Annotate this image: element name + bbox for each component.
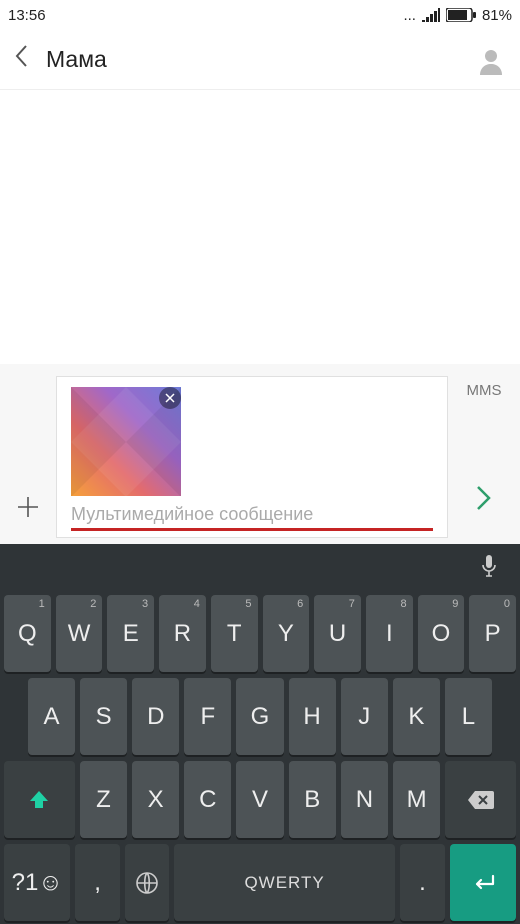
key-E[interactable]: E3 — [107, 595, 154, 672]
status-bar: 13:56 ... 81% — [0, 0, 520, 30]
message-mode-label: MMS — [467, 382, 502, 399]
status-time: 13:56 — [8, 7, 46, 24]
key-T[interactable]: T5 — [211, 595, 258, 672]
key-Z[interactable]: Z — [80, 761, 127, 838]
key-A[interactable]: A — [28, 678, 75, 755]
message-input[interactable]: Мультимедийное сообщение — [71, 502, 433, 526]
chevron-right-icon — [476, 484, 492, 512]
chevron-left-icon — [14, 44, 28, 68]
compose-bubble[interactable]: Мультимедийное сообщение — [56, 376, 448, 538]
key-M[interactable]: M — [393, 761, 440, 838]
globe-icon — [135, 871, 159, 895]
conversation-area[interactable] — [0, 90, 520, 364]
key-I[interactable]: I8 — [366, 595, 413, 672]
shift-icon — [28, 789, 50, 811]
key-V[interactable]: V — [236, 761, 283, 838]
key-H[interactable]: H — [289, 678, 336, 755]
key-R[interactable]: R4 — [159, 595, 206, 672]
contact-avatar-icon[interactable] — [476, 45, 506, 75]
key-J[interactable]: J — [341, 678, 388, 755]
shift-key[interactable] — [4, 761, 75, 838]
voice-input-button[interactable] — [480, 554, 498, 583]
compose-bar: Мультимедийное сообщение MMS — [0, 364, 520, 544]
key-O[interactable]: O9 — [418, 595, 465, 672]
key-C[interactable]: C — [184, 761, 231, 838]
enter-icon — [469, 873, 497, 893]
attachment-thumbnail[interactable] — [71, 387, 181, 496]
suggestion-bar — [0, 544, 520, 592]
key-N[interactable]: N — [341, 761, 388, 838]
symbols-key[interactable]: ?1☺ — [4, 844, 70, 921]
conversation-title: Мама — [46, 46, 458, 73]
language-key[interactable] — [125, 844, 169, 921]
period-key[interactable]: . — [400, 844, 444, 921]
signal-icon — [422, 8, 440, 22]
input-underline — [71, 528, 433, 531]
key-W[interactable]: W2 — [56, 595, 103, 672]
remove-attachment-button[interactable] — [159, 387, 181, 409]
key-B[interactable]: B — [289, 761, 336, 838]
send-button[interactable] — [476, 484, 492, 520]
attach-button[interactable] — [10, 376, 46, 538]
key-F[interactable]: F — [184, 678, 231, 755]
close-icon — [165, 393, 175, 403]
status-dots-icon: ... — [403, 7, 416, 24]
back-button[interactable] — [14, 44, 28, 75]
space-key[interactable]: QWERTY — [174, 844, 395, 921]
key-Q[interactable]: Q1 — [4, 595, 51, 672]
key-L[interactable]: L — [445, 678, 492, 755]
backspace-key[interactable] — [445, 761, 516, 838]
backspace-icon — [467, 790, 495, 810]
key-S[interactable]: S — [80, 678, 127, 755]
key-G[interactable]: G — [236, 678, 283, 755]
key-K[interactable]: K — [393, 678, 440, 755]
key-D[interactable]: D — [132, 678, 179, 755]
header: Мама — [0, 30, 520, 90]
comma-key[interactable]: , — [75, 844, 119, 921]
key-X[interactable]: X — [132, 761, 179, 838]
enter-key[interactable] — [450, 844, 516, 921]
key-Y[interactable]: Y6 — [263, 595, 310, 672]
key-U[interactable]: U7 — [314, 595, 361, 672]
key-P[interactable]: P0 — [469, 595, 516, 672]
plus-icon — [17, 496, 39, 518]
mic-icon — [480, 554, 498, 578]
status-battery-pct: 81% — [482, 7, 512, 24]
keyboard: Q1W2E3R4T5Y6U7I8O9P0 ASDFGHJKL ZXCVBNM ?… — [0, 544, 520, 924]
battery-icon — [446, 8, 476, 22]
